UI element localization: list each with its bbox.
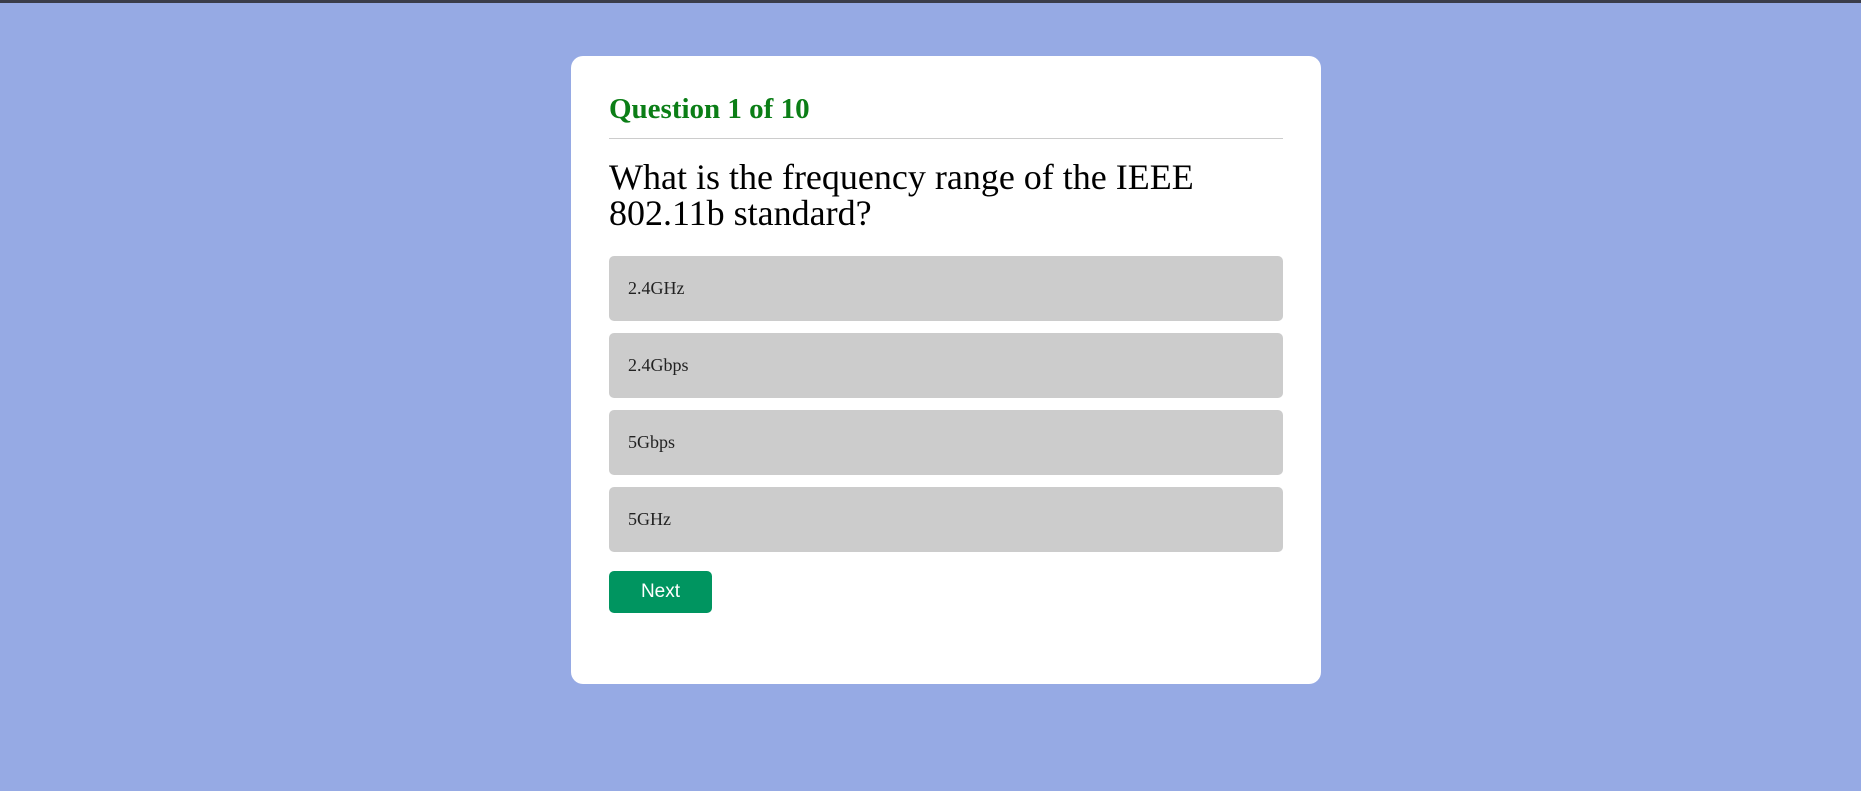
question-text: What is the frequency range of the IEEE … [609,157,1194,233]
answer-option-3[interactable]: 5Gbps [609,410,1283,475]
answer-list: 2.4GHz 2.4Gbps 5Gbps 5GHz [609,256,1283,552]
quiz-card: Question 1 of 10 What is the frequency r… [571,56,1321,684]
question-counter: Question 1 of 10 [609,56,1283,139]
answer-option-4[interactable]: 5GHz [609,487,1283,552]
next-button[interactable]: Next [609,571,712,613]
answer-option-2[interactable]: 2.4Gbps [609,333,1283,398]
answer-option-1[interactable]: 2.4GHz [609,256,1283,321]
